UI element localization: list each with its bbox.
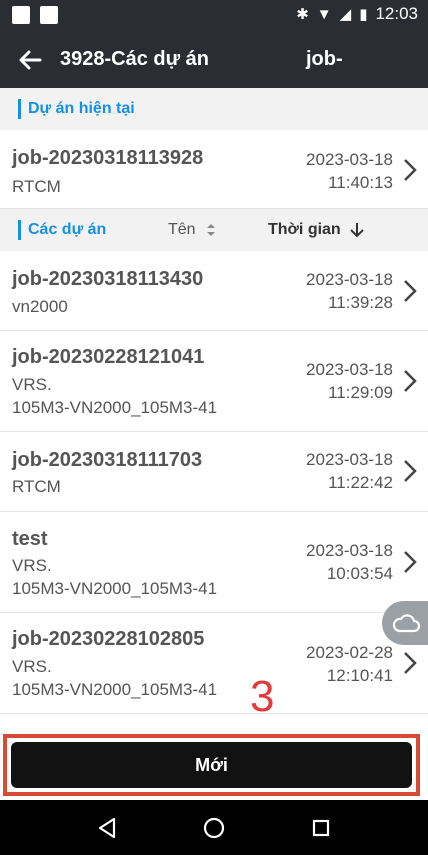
sort-name-label: Tên <box>168 221 196 238</box>
bluetooth-icon: ✱ <box>296 6 309 23</box>
current-project-header: Dự án hiện tại <box>0 88 428 130</box>
projects-label: Các dự án <box>28 221 107 238</box>
status-bar: ✱ ▼ ◢ ▮ 12:03 <box>0 0 428 32</box>
chevron-right-icon <box>404 652 417 674</box>
sort-updown-icon <box>206 224 215 236</box>
scrolling-title: job- <box>306 48 343 70</box>
circle-home-icon[interactable] <box>199 813 229 843</box>
project-name: job-20230318113430 <box>12 268 204 290</box>
cloud-sync-button[interactable] <box>382 601 428 645</box>
arrow-left-icon <box>19 50 42 70</box>
project-sub: RTCM <box>12 177 61 196</box>
square-recent-icon[interactable] <box>306 813 336 843</box>
project-time: 11:39:28 <box>328 293 393 312</box>
project-sub-detail: 105M3-VN2000_105M3-41 <box>12 398 218 417</box>
projects-list-header: Các dự án Tên Thời gian <box>0 209 428 251</box>
project-row[interactable]: job-20230228121041 VRS. 105M3-VN2000_105… <box>0 331 428 432</box>
image-notification-icon <box>12 6 30 24</box>
current-project-label: Dự án hiện tại <box>28 100 135 117</box>
project-date: 2023-03-18 <box>306 450 393 469</box>
project-name: job-20230228102805 <box>12 628 205 650</box>
project-name: test <box>12 528 48 550</box>
project-row[interactable]: job-20230318113430 vn2000 2023-03-18 11:… <box>0 251 428 331</box>
project-date: 2023-02-28 <box>306 643 393 662</box>
section-marker <box>18 99 21 119</box>
project-name: job-20230228121041 <box>12 346 205 368</box>
chevron-right-icon <box>404 159 417 181</box>
chevron-right-icon <box>404 280 417 302</box>
project-name: job-20230318113928 <box>12 147 204 169</box>
sort-by-time-button[interactable]: Thời gian <box>268 221 365 239</box>
status-time: 12:03 <box>375 4 418 23</box>
back-button[interactable] <box>14 44 46 76</box>
project-time: 11:22:42 <box>328 473 393 492</box>
project-row[interactable]: test VRS. 105M3-VN2000_105M3-41 2023-03-… <box>0 512 428 613</box>
project-sub: VRS. <box>12 657 52 676</box>
section-marker <box>18 220 21 240</box>
chevron-right-icon <box>404 460 417 482</box>
cloud-icon <box>392 614 421 633</box>
sort-by-name-button[interactable]: Tên <box>168 221 216 239</box>
project-time: 12:10:41 <box>326 666 393 685</box>
wifi-icon: ▼ <box>316 5 332 23</box>
project-date: 2023-03-18 <box>306 270 393 289</box>
chevron-right-icon <box>404 370 417 392</box>
app-notification-icon <box>40 6 58 24</box>
project-row[interactable]: job-20230228102805 VRS. 105M3-VN2000_105… <box>0 613 428 714</box>
triangle-back-icon[interactable] <box>92 813 122 843</box>
project-row[interactable]: job-20230318111703 RTCM 2023-03-18 11:22… <box>0 432 428 512</box>
system-nav-bar <box>0 800 428 855</box>
signal-icon: ◢ <box>339 6 352 23</box>
project-name: job-20230318111703 <box>12 449 203 471</box>
page-title: 3928-Các dự án <box>60 48 209 70</box>
current-project-row[interactable]: job-20230318113928 RTCM 2023-03-18 11:40… <box>0 130 428 209</box>
project-time: 11:40:13 <box>328 173 393 192</box>
arrow-down-icon <box>349 223 364 238</box>
project-date: 2023-03-18 <box>306 150 393 169</box>
battery-icon: ▮ <box>359 6 368 23</box>
project-sub-detail: 105M3-VN2000_105M3-41 <box>12 680 218 699</box>
project-date: 2023-03-18 <box>306 360 393 379</box>
project-date: 2023-03-18 <box>306 541 393 560</box>
new-button-highlight: Mới <box>3 734 420 796</box>
sort-time-label: Thời gian <box>268 221 341 238</box>
step-annotation: 3 <box>250 672 275 721</box>
project-sub: VRS. <box>12 556 52 575</box>
project-sub-detail: 105M3-VN2000_105M3-41 <box>12 579 218 598</box>
project-sub: vn2000 <box>12 297 68 316</box>
project-time: 10:03:54 <box>326 564 393 583</box>
project-time: 11:29:09 <box>328 383 393 402</box>
app-toolbar: 3928-Các dự án job- <box>0 32 428 88</box>
new-project-button[interactable]: Mới <box>11 742 412 788</box>
project-sub: VRS. <box>12 375 52 394</box>
project-sub: RTCM <box>12 477 61 496</box>
chevron-right-icon <box>404 551 417 573</box>
